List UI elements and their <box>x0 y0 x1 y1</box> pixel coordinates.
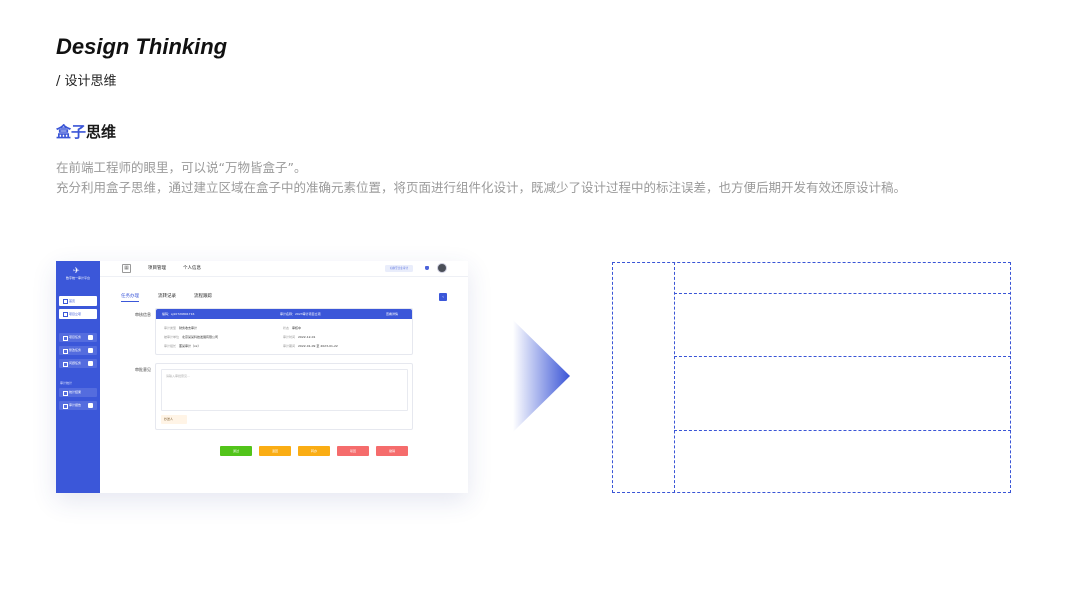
section-heading: 盒子思维 <box>56 121 116 142</box>
description-line-2: 充分利用盒子思维，通过建立区域在盒子中的准确元素位置，将页面进行组件化设计，既减… <box>56 180 907 195</box>
card-header-project: 审计名称：2023审计项目立项 <box>280 312 321 316</box>
heading-rest: 思维 <box>86 123 117 141</box>
sidebar-item-home[interactable]: 首页 <box>59 296 97 306</box>
sidebar-item-issue-task[interactable]: 问题任务 <box>59 359 97 368</box>
sidebar-item-stats[interactable]: 统计结果 <box>59 388 97 397</box>
sidebar-item-report[interactable]: 审计报告 <box>59 401 97 410</box>
wireframe-sidebar-divider <box>674 262 675 493</box>
card-header-id: 编码：sj10729891716 <box>162 312 195 316</box>
cc-tag[interactable]: 抄送人 <box>161 415 187 424</box>
label-approval-opinion: 审批意见 <box>135 367 151 372</box>
sidebar-item-project-task[interactable]: 项目任务 <box>59 333 97 342</box>
tab-task-handle[interactable]: 任务办理 <box>121 293 139 302</box>
field-status: 状态 审核中 <box>283 326 302 330</box>
view-detail-link[interactable]: 查看详情 <box>386 309 398 319</box>
wireframe-row-divider <box>674 356 1011 357</box>
heading-accent: 盒子 <box>56 123 87 141</box>
slide-subtitle: / 设计思维 <box>56 74 117 89</box>
sidebar-item-label: 整改任务 <box>69 348 82 352</box>
mockup-sidebar: ✈ 数字统一审计平台 首页 项目立项 项目任务 整改任务 问题任务 审计统计 统… <box>56 261 100 493</box>
transfer-button[interactable]: 转办 <box>298 446 330 456</box>
approval-opinion-card: 请输入审批意见... 抄送人 <box>155 363 413 430</box>
badge-icon <box>88 348 93 353</box>
arrow-right-icon <box>513 320 570 432</box>
field-audit-time: 审计时间 2022-12-01 <box>283 335 316 339</box>
logo-icon: ✈ <box>73 266 80 275</box>
nav-project-management[interactable]: 项目管理 <box>148 265 166 271</box>
review-info-card: 编码：sj10729891716 审计名称：2023审计项目立项 查看详情 审计… <box>155 308 413 355</box>
avatar[interactable] <box>437 263 447 273</box>
nav-personal-info[interactable]: 个人信息 <box>183 265 201 271</box>
sidebar-item-label: 审计报告 <box>69 403 82 407</box>
bell-icon[interactable] <box>425 266 429 270</box>
switch-pill-button[interactable]: 切换至企业审计 <box>385 265 413 272</box>
description-line-1: 在前端工程师的眼里，可以说“万物皆盒子”。 <box>56 160 307 175</box>
sidebar-item-label: 问题任务 <box>69 361 82 365</box>
tab-flow-track[interactable]: 流程跟踪 <box>194 293 212 299</box>
sidebar-item-rectify-task[interactable]: 整改任务 <box>59 346 97 355</box>
field-audit-period: 审计期间 2022-01-09 至 2023-01-22 <box>283 344 338 348</box>
revoke-button[interactable]: 撤销 <box>376 446 408 456</box>
app-mockup: ✈ 数字统一审计平台 首页 项目立项 项目任务 整改任务 问题任务 审计统计 统… <box>56 261 468 493</box>
slide-title: Design Thinking <box>56 34 228 59</box>
wireframe-row-divider <box>674 293 1011 294</box>
label-review-info: 审核信息 <box>135 312 151 317</box>
field-audit-type: 审计类型 财务收支审计 <box>164 326 198 330</box>
return-button[interactable]: 退回 <box>259 446 291 456</box>
wireframe-row-divider <box>674 430 1011 431</box>
tab-flow-record[interactable]: 流转记录 <box>158 293 176 299</box>
badge-icon <box>88 335 93 340</box>
wireframe-outer-box <box>612 262 1011 493</box>
reject-button[interactable]: 驳回 <box>337 446 369 456</box>
sidebar-group-label: 审计统计 <box>60 381 73 385</box>
grid-icon[interactable]: ▦ <box>122 264 131 273</box>
field-audit-leader: 审计组长 董某审计（xx） <box>164 344 201 348</box>
sidebar-item-label: 统计结果 <box>69 390 82 394</box>
collapse-button[interactable]: ‹ <box>439 293 447 301</box>
field-audited-unit: 被审计单位 北京某某科技发展有限公司 <box>164 335 219 339</box>
card-header: 编码：sj10729891716 审计名称：2023审计项目立项 查看详情 <box>156 309 412 319</box>
approve-button[interactable]: 通过 <box>220 446 252 456</box>
opinion-textarea[interactable]: 请输入审批意见... <box>161 369 408 411</box>
sidebar-item-project-setup[interactable]: 项目立项 <box>59 309 97 319</box>
badge-icon <box>88 361 93 366</box>
sidebar-item-label: 项目任务 <box>69 335 82 339</box>
badge-icon <box>88 403 93 408</box>
mockup-topbar: ▦ 项目管理 个人信息 切换至企业审计 <box>100 261 468 277</box>
logo-text: 数字统一审计平台 <box>65 276 90 280</box>
